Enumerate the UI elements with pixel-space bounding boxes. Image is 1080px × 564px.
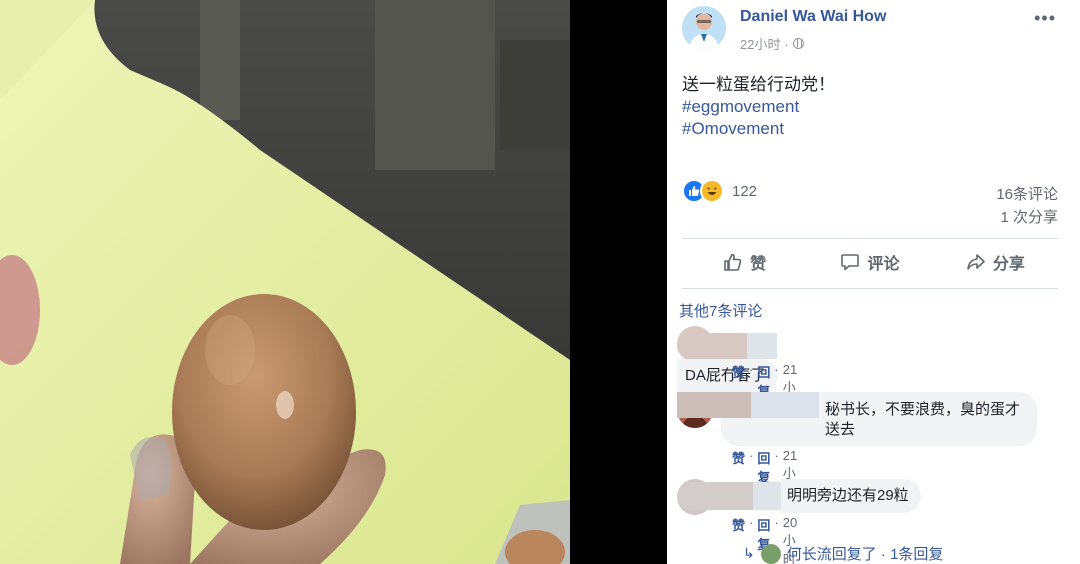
egg-photo-image [0, 0, 570, 564]
divider [682, 288, 1058, 289]
hashtag-link[interactable]: #Omovement [682, 118, 835, 140]
globe-icon [793, 38, 805, 49]
more-dots-icon[interactable]: ••• [1034, 8, 1056, 29]
replier-avatar [760, 543, 781, 564]
comment-bubble: DA屁冇春了 [677, 326, 887, 393]
reply-summary-text: 何长流回复了 · 1条回复 [786, 546, 944, 563]
comment-text: 明明旁边还有29粒 [781, 479, 921, 513]
post-timestamp[interactable]: 22小时 · [740, 34, 788, 53]
post-text: 送一粒蛋给行动党！ [682, 75, 835, 94]
post-author-name[interactable]: Daniel Wa Wai How [740, 8, 886, 26]
redacted-name [747, 333, 777, 359]
comment-icon [841, 254, 860, 271]
like-button-label: 赞 [750, 256, 767, 273]
share-button-label: 分享 [992, 256, 1025, 273]
redacted-name [677, 482, 753, 510]
redacted-name [677, 333, 747, 359]
post-action-bar: 赞 评论 分享 [682, 246, 1058, 278]
post-body: 送一粒蛋给行动党！ #eggmovement #Omovement [682, 74, 835, 140]
haha-icon [700, 179, 724, 203]
reaction-summary[interactable]: 122 [682, 179, 757, 203]
comment-bubble: 秘书长，不要浪费，臭的蛋才送去 [677, 392, 1037, 446]
reply-arrow-icon: ↳ [743, 545, 755, 561]
share-arrow-icon [967, 254, 985, 270]
comment-bubble: 明明旁边还有29粒 [677, 479, 937, 513]
view-replies-link[interactable]: ↳ 何长流回复了 · 1条回复 [743, 543, 943, 564]
hashtag-link[interactable]: #eggmovement [682, 96, 835, 118]
like-button[interactable]: 赞 [682, 246, 807, 278]
share-button[interactable]: 分享 [933, 246, 1058, 278]
post-photo[interactable] [0, 0, 570, 564]
comment-button[interactable]: 评论 [807, 246, 932, 278]
photo-viewer-margin [570, 0, 667, 564]
comment-text-content: 秘书长，不要浪费，臭的蛋才送去 [825, 401, 1021, 438]
reaction-count: 122 [732, 182, 758, 200]
author-avatar[interactable] [682, 6, 726, 50]
post-meta: 22小时 · [740, 34, 805, 53]
shares-count[interactable]: 1 次分享 [996, 206, 1058, 229]
post-details-panel: Daniel Wa Wai How 22小时 · ••• 送一粒蛋给行动党！ #… [667, 0, 1080, 564]
comments-count[interactable]: 16条评论 [996, 183, 1058, 206]
post-stats: 16条评论 1 次分享 [996, 183, 1058, 229]
comment-button-label: 评论 [867, 256, 900, 273]
divider [682, 238, 1058, 239]
thumbs-up-icon [724, 253, 742, 271]
redacted-name [753, 482, 781, 510]
view-more-comments-link[interactable]: 其他7条评论 [679, 300, 762, 321]
comment-text: 秘书长，不要浪费，臭的蛋才送去 [735, 400, 1023, 440]
